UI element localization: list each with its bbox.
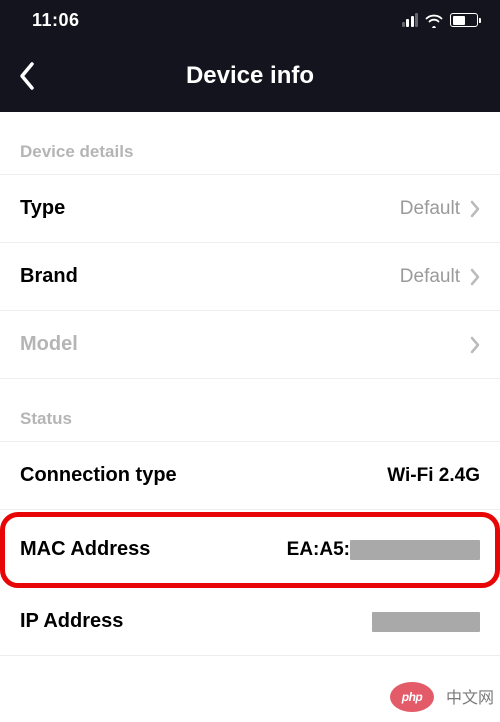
battery-icon xyxy=(450,13,478,27)
back-button[interactable] xyxy=(12,55,42,97)
row-mac-address: MAC Address EA:A5: xyxy=(4,516,496,584)
row-brand[interactable]: Brand Default xyxy=(0,243,500,311)
wifi-icon xyxy=(424,12,444,28)
row-value-connection: Wi-Fi 2.4G xyxy=(387,465,480,487)
row-label-connection: Connection type xyxy=(20,464,177,487)
redacted-block xyxy=(350,540,480,560)
row-value-mac: EA:A5: xyxy=(287,539,480,561)
row-ip-address: IP Address xyxy=(0,588,500,656)
row-label-type: Type xyxy=(20,197,65,220)
row-label-brand: Brand xyxy=(20,265,78,288)
status-icons xyxy=(402,12,479,28)
row-value-type: Default xyxy=(400,198,460,220)
chevron-right-icon xyxy=(470,200,480,218)
chevron-right-icon xyxy=(470,268,480,286)
row-label-ip: IP Address xyxy=(20,610,123,633)
status-time: 11:06 xyxy=(32,10,80,31)
row-type[interactable]: Type Default xyxy=(0,174,500,243)
header: Device info xyxy=(0,40,500,112)
status-bar: 11:06 xyxy=(0,0,500,40)
redacted-block xyxy=(372,612,480,632)
section-header-status: Status xyxy=(0,379,500,441)
row-model[interactable]: Model xyxy=(0,311,500,379)
row-label-mac: MAC Address xyxy=(20,538,150,561)
page-title: Device info xyxy=(186,62,314,90)
section-header-details: Device details xyxy=(0,112,500,174)
watermark-logo: php xyxy=(390,682,434,712)
chevron-left-icon xyxy=(18,61,36,91)
row-connection-type: Connection type Wi-Fi 2.4G xyxy=(0,441,500,510)
cellular-signal-icon xyxy=(402,13,419,27)
row-value-brand: Default xyxy=(400,266,460,288)
watermark-text: 中文网 xyxy=(446,684,494,708)
chevron-right-icon xyxy=(470,336,480,354)
row-label-model: Model xyxy=(20,333,78,356)
